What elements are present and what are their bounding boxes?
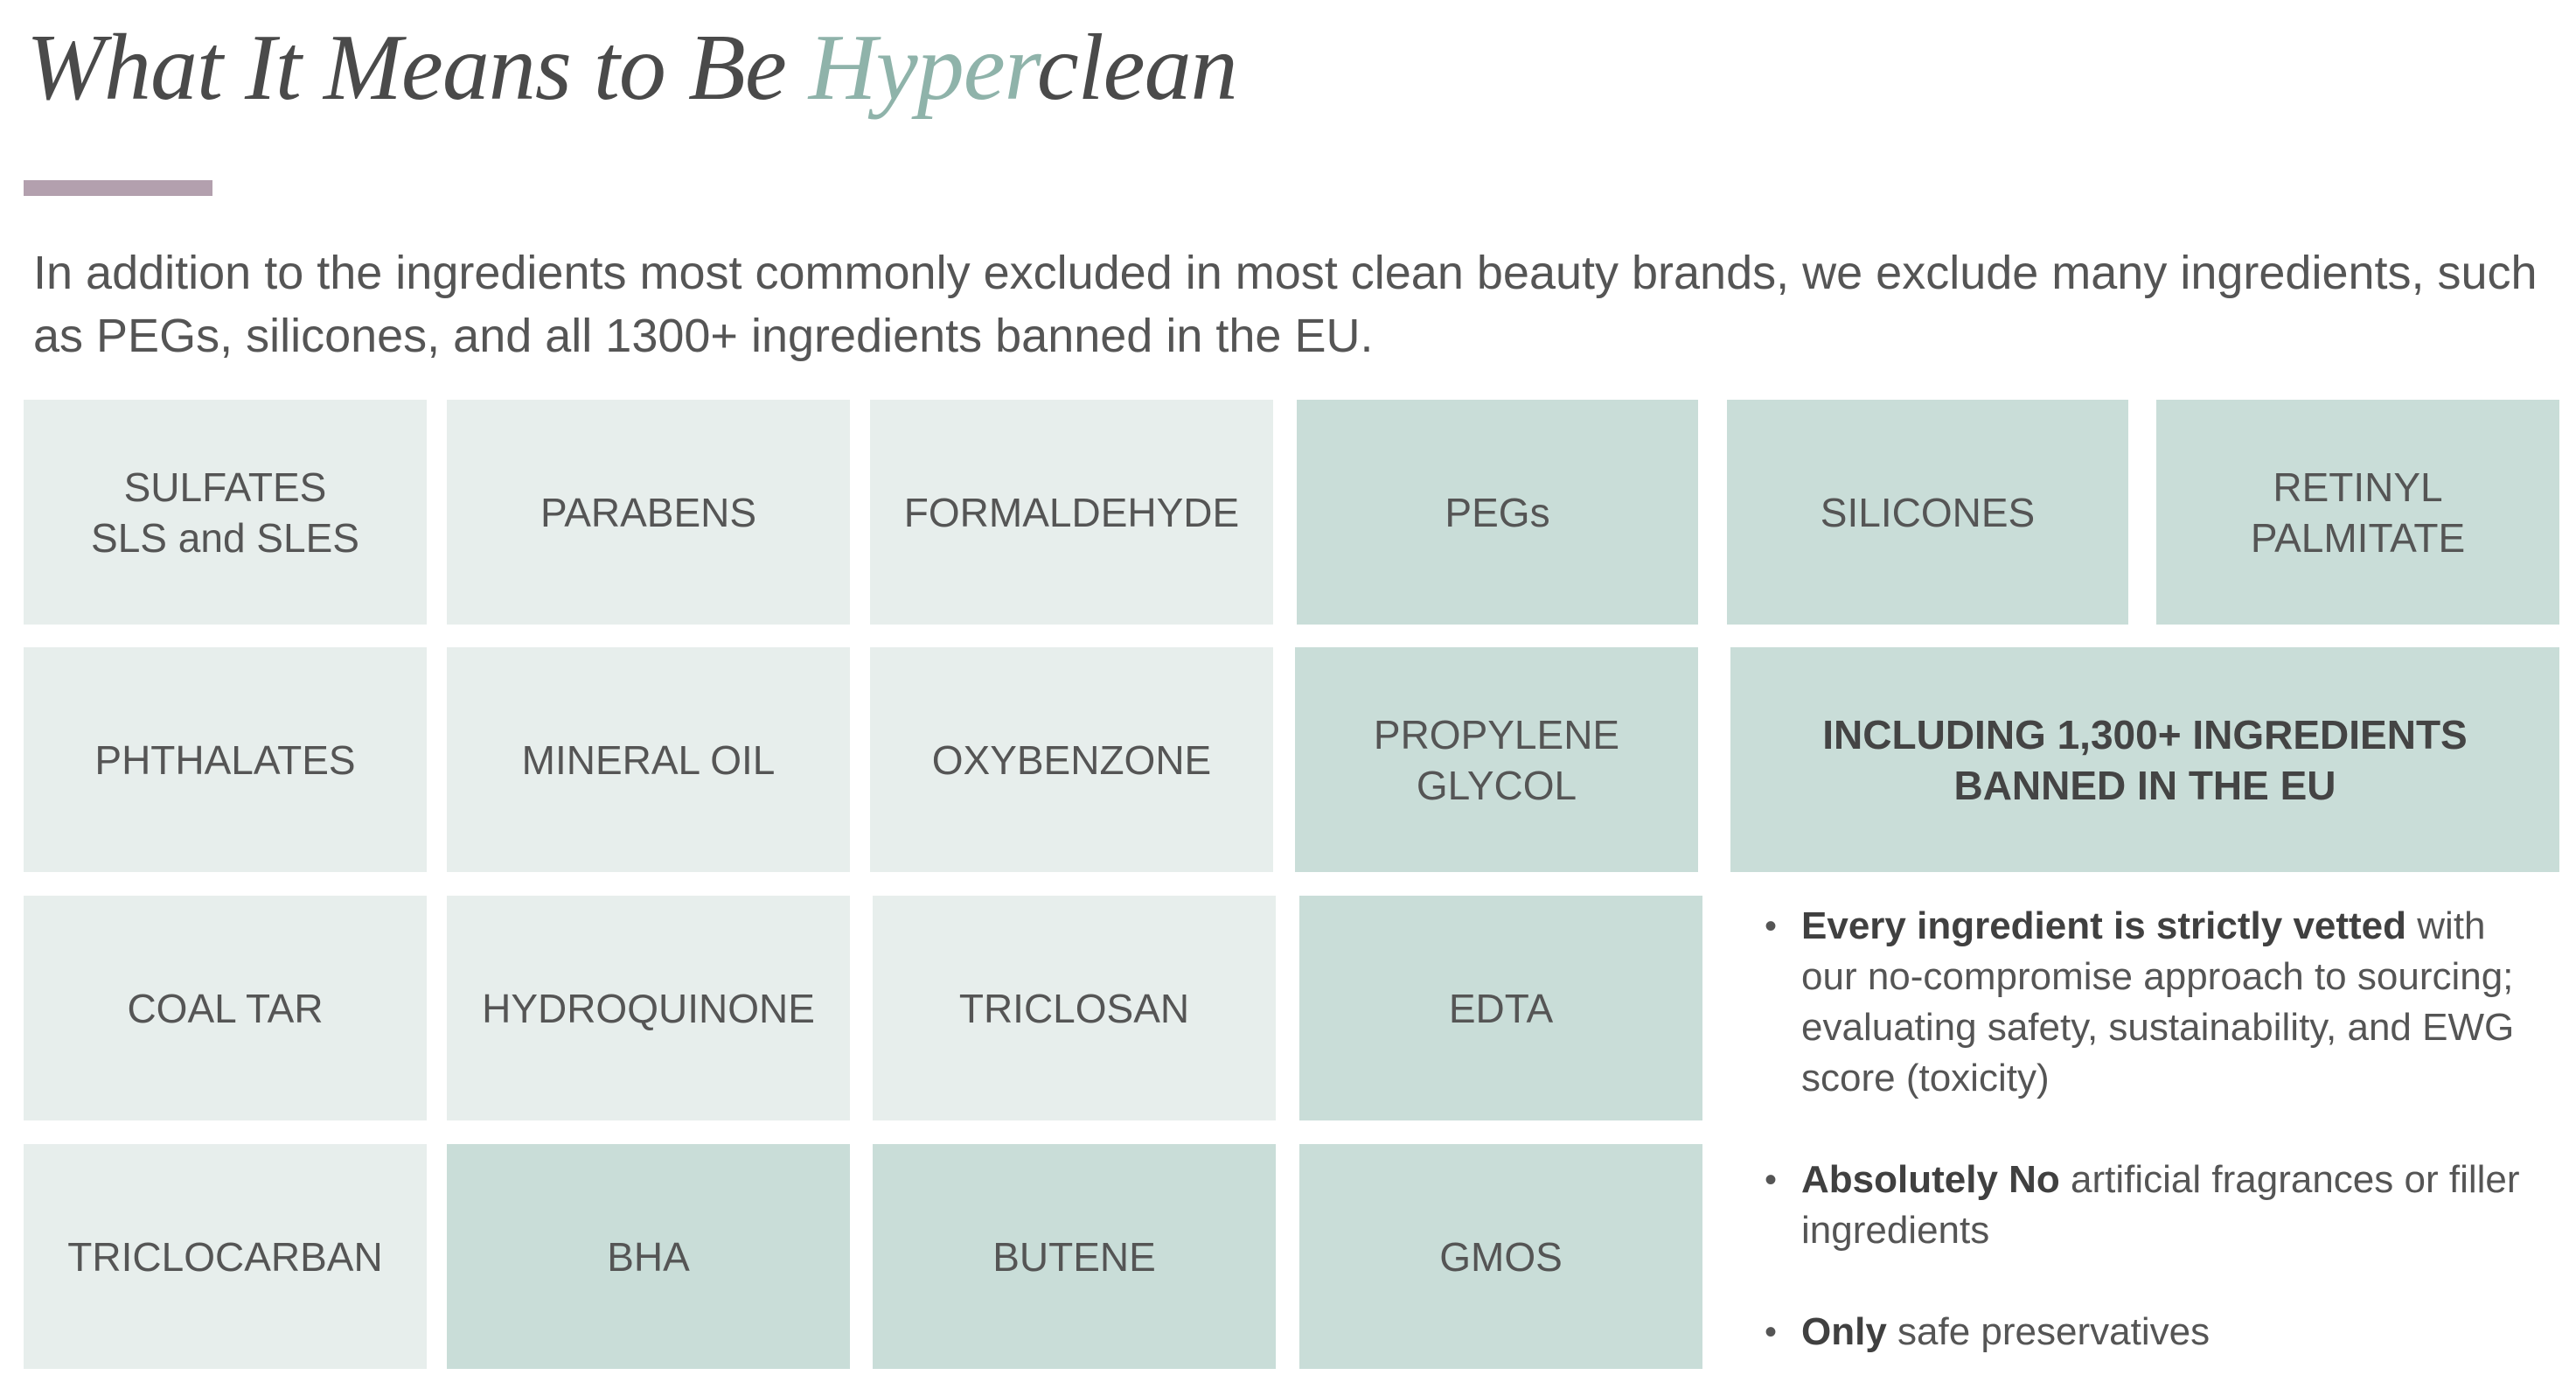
ingredient-tile-silicones: SILICONES: [1727, 400, 2128, 625]
bullet-safe-preservatives: • Only safe preservatives: [1758, 1307, 2545, 1358]
ingredient-tile-triclosan: TRICLOSAN: [873, 896, 1276, 1120]
ingredient-tile-sulfates: SULFATES SLS and SLES: [24, 400, 427, 625]
page-title: What It Means to Be Hyperclean: [26, 7, 1238, 129]
ingredient-tile-edta: EDTA: [1299, 896, 1702, 1120]
bullet-dot-icon: •: [1765, 907, 1778, 946]
bullet-dot-icon: •: [1765, 1161, 1778, 1199]
bullet-text: safe preservatives: [1886, 1310, 2210, 1353]
ingredient-tile-retinyl-palmitate: RETINYL PALMITATE: [2156, 400, 2559, 625]
ingredient-tile-hydroquinone: HYDROQUINONE: [447, 896, 850, 1120]
ingredient-tile-triclocarban: TRICLOCARBAN: [24, 1144, 427, 1369]
ingredient-tile-propylene-glycol: PROPYLENE GLYCOL: [1295, 647, 1698, 872]
ingredient-tile-bha: BHA: [447, 1144, 850, 1369]
ingredient-tile-gmos: GMOS: [1299, 1144, 1702, 1369]
ingredient-tile-phthalates: PHTHALATES: [24, 647, 427, 872]
bullet-no-artificial-fragrances: • Absolutely No artificial fragrances or…: [1758, 1155, 2545, 1256]
ingredient-tile-pegs: PEGs: [1297, 400, 1698, 625]
intro-paragraph: In addition to the ingredients most comm…: [33, 247, 2538, 362]
bullet-bold-text: Every ingredient is strictly vetted: [1801, 904, 2407, 947]
ingredient-tile-mineral-oil: MINERAL OIL: [447, 647, 850, 872]
eu-banned-ingredients-tile: INCLUDING 1,300+ INGREDIENTS BANNED IN T…: [1730, 647, 2559, 872]
title-part-1: What It Means to Be: [26, 16, 809, 120]
bullet-dot-icon: •: [1765, 1313, 1778, 1351]
title-accent: Hyper: [808, 16, 1038, 120]
bullet-bold-text: Absolutely No: [1801, 1158, 2060, 1201]
bullet-vetted-ingredients: • Every ingredient is strictly vetted wi…: [1758, 901, 2545, 1104]
ingredient-tile-parabens: PARABENS: [447, 400, 850, 625]
title-part-2: clean: [1036, 16, 1238, 120]
ingredient-tile-oxybenzone: OXYBENZONE: [870, 647, 1273, 872]
commitment-bullet-list: • Every ingredient is strictly vetted wi…: [1758, 901, 2545, 1358]
ingredient-tile-coal-tar: COAL TAR: [24, 896, 427, 1120]
ingredient-tile-formaldehyde: FORMALDEHYDE: [870, 400, 1273, 625]
title-underline-bar: [24, 180, 212, 196]
ingredient-tile-butene: BUTENE: [873, 1144, 1276, 1369]
bullet-bold-text: Only: [1801, 1310, 1887, 1353]
